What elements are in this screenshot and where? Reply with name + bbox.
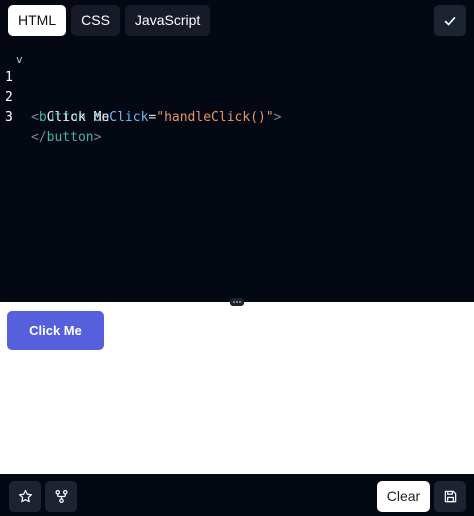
fork-icon <box>54 489 68 504</box>
tag-name: button <box>46 130 94 145</box>
code-editor-pane: HTML CSS JavaScript 1 v <button onClick=… <box>0 0 474 302</box>
code-line: 3 </button> <box>0 88 101 145</box>
save-icon <box>444 490 456 503</box>
line-number: 3 <box>5 110 13 125</box>
attribute-value: "handleClick()" <box>156 110 274 125</box>
code-line: 1 v <button onClick="handleClick()"> <box>0 48 281 125</box>
grip-dot <box>236 301 238 303</box>
star-icon <box>18 489 32 503</box>
code-line: 2 Click Me <box>0 68 109 125</box>
confirm-button[interactable] <box>434 5 466 36</box>
check-icon <box>444 16 456 25</box>
code-area[interactable]: 1 v <button onClick="handleClick()"> 2 C… <box>0 48 281 145</box>
grip-dot <box>239 301 241 303</box>
tag-close-bracket: > <box>93 130 102 145</box>
tab-html[interactable]: HTML <box>8 5 67 36</box>
favorite-button[interactable] <box>9 481 41 512</box>
tag-close-bracket: > <box>273 110 282 125</box>
preview-pane: Click Me <box>0 302 474 474</box>
bottom-toolbar: Clear <box>0 474 474 516</box>
tag-open-bracket: </ <box>31 130 47 145</box>
code-line-text: </button> <box>31 128 101 148</box>
drag-handle-icon[interactable] <box>230 298 244 306</box>
code-playground: HTML CSS JavaScript 1 v <button onClick=… <box>0 0 474 516</box>
preview-click-me-button[interactable]: Click Me <box>7 311 104 350</box>
language-tabs: HTML CSS JavaScript <box>8 5 211 36</box>
clear-button[interactable]: Clear <box>377 481 430 512</box>
fork-button[interactable] <box>45 481 77 512</box>
fold-toggle-icon[interactable]: v <box>16 50 23 70</box>
tab-javascript[interactable]: JavaScript <box>124 5 211 36</box>
save-button[interactable] <box>434 481 466 512</box>
grip-dot <box>233 301 235 303</box>
tab-css[interactable]: CSS <box>71 5 120 36</box>
